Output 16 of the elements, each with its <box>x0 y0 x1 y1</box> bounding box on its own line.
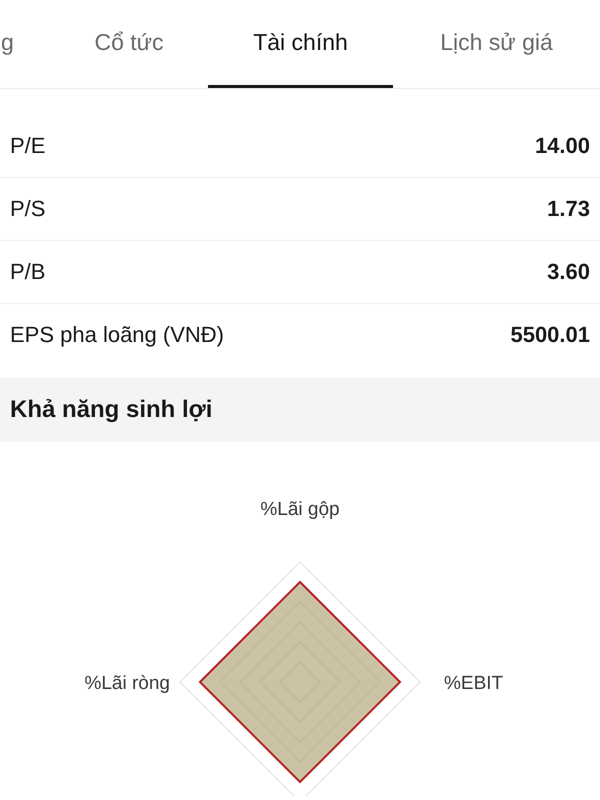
metric-label: P/B <box>10 259 46 285</box>
axis-label: %Lãi ròng <box>84 673 170 694</box>
metric-label: P/E <box>10 133 46 159</box>
section-title: Khả năng sinh lợi <box>10 396 212 424</box>
metric-value: 1.73 <box>547 196 590 222</box>
metric-label: P/S <box>10 196 46 222</box>
tab[interactable]: g <box>0 0 50 88</box>
axis-label: %Lãi gộp <box>260 499 340 520</box>
tab[interactable]: Tài chính <box>208 0 393 88</box>
metric-label: EPS pha loãng (VNĐ) <box>10 322 224 348</box>
metric-value: 3.60 <box>547 259 590 285</box>
metric-value: 14.00 <box>534 133 590 159</box>
tab[interactable]: Cổ tức <box>50 0 208 88</box>
tab[interactable]: Lịch sử giá <box>393 0 600 88</box>
axis-label: %EBIT <box>444 673 504 694</box>
metric-value: 5500.01 <box>510 322 590 348</box>
